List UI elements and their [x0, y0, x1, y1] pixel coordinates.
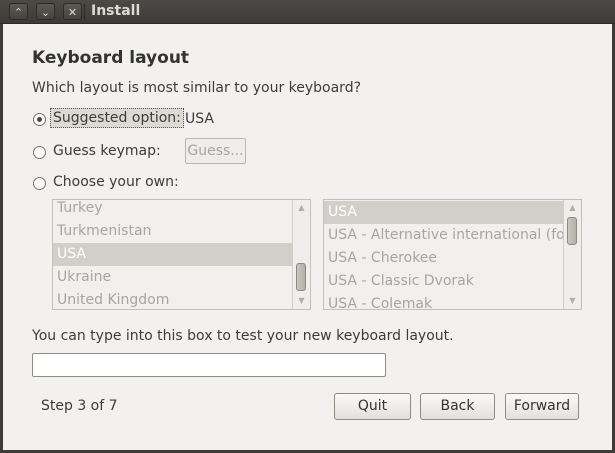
variant-scroll-thumb[interactable]: [567, 217, 577, 245]
keyboard-test-input[interactable]: [32, 353, 386, 377]
step-indicator: Step 3 of 7: [41, 398, 118, 414]
titlebar-separator: [84, 4, 85, 20]
list-item[interactable]: USA: [324, 201, 563, 224]
list-item[interactable]: USA - Alternative international (former …: [324, 224, 563, 247]
choose-own-label[interactable]: Choose your own:: [53, 174, 179, 190]
choose-own-radio-row[interactable]: Choose your own:: [33, 172, 193, 194]
maximize-icon[interactable]: ⌄: [36, 3, 55, 20]
suggested-layout-value: USA: [185, 111, 214, 127]
page-title: Keyboard layout: [32, 48, 190, 68]
suggested-option-radio-row[interactable]: Suggested option:: [33, 108, 184, 130]
variant-listbox[interactable]: USA USA - Alternative international (for…: [323, 199, 582, 310]
back-button[interactable]: Back: [420, 393, 495, 420]
window-titlebar: ⌃ ⌄ ✕ Install: [0, 0, 615, 24]
guess-button[interactable]: Guess...: [185, 138, 246, 164]
minimize-icon[interactable]: ⌃: [9, 3, 28, 20]
forward-button[interactable]: Forward: [505, 393, 579, 420]
list-item[interactable]: Ukraine: [53, 266, 292, 289]
guess-keymap-radio[interactable]: [33, 146, 46, 159]
variant-list: USA USA - Alternative international (for…: [324, 201, 563, 309]
list-item[interactable]: Turkey: [53, 200, 292, 220]
scroll-up-icon[interactable]: ▲: [293, 202, 310, 214]
close-icon[interactable]: ✕: [63, 3, 82, 20]
suggested-option-radio[interactable]: [33, 113, 46, 126]
window-title: Install: [91, 3, 141, 19]
layout-question: Which layout is most similar to your key…: [32, 80, 362, 96]
scroll-down-icon[interactable]: ▼: [564, 295, 581, 307]
choose-own-radio[interactable]: [33, 177, 46, 190]
variant-scrollbar[interactable]: ▲ ▼: [563, 200, 581, 309]
suggested-option-label[interactable]: Suggested option:: [50, 108, 184, 128]
list-item[interactable]: USA - Classic Dvorak: [324, 270, 563, 293]
quit-button[interactable]: Quit: [334, 393, 411, 420]
guess-keymap-radio-row[interactable]: Guess keymap:: [33, 141, 173, 163]
list-item[interactable]: United Kingdom: [53, 289, 292, 309]
layout-scroll-thumb[interactable]: [296, 263, 306, 291]
guess-keymap-label[interactable]: Guess keymap:: [53, 143, 161, 159]
list-item[interactable]: Turkmenistan: [53, 220, 292, 243]
layout-scrollbar[interactable]: ▲ ▼: [292, 200, 310, 309]
list-item[interactable]: USA - Colemak: [324, 293, 563, 309]
scroll-down-icon[interactable]: ▼: [293, 295, 310, 307]
list-item[interactable]: USA: [53, 243, 292, 266]
test-input-label: You can type into this box to test your …: [32, 328, 454, 344]
list-item[interactable]: USA - Cherokee: [324, 247, 563, 270]
layout-listbox[interactable]: Turkey Turkmenistan USA Ukraine United K…: [52, 199, 311, 310]
scroll-up-icon[interactable]: ▲: [564, 202, 581, 214]
layout-list: Turkey Turkmenistan USA Ukraine United K…: [53, 200, 292, 309]
